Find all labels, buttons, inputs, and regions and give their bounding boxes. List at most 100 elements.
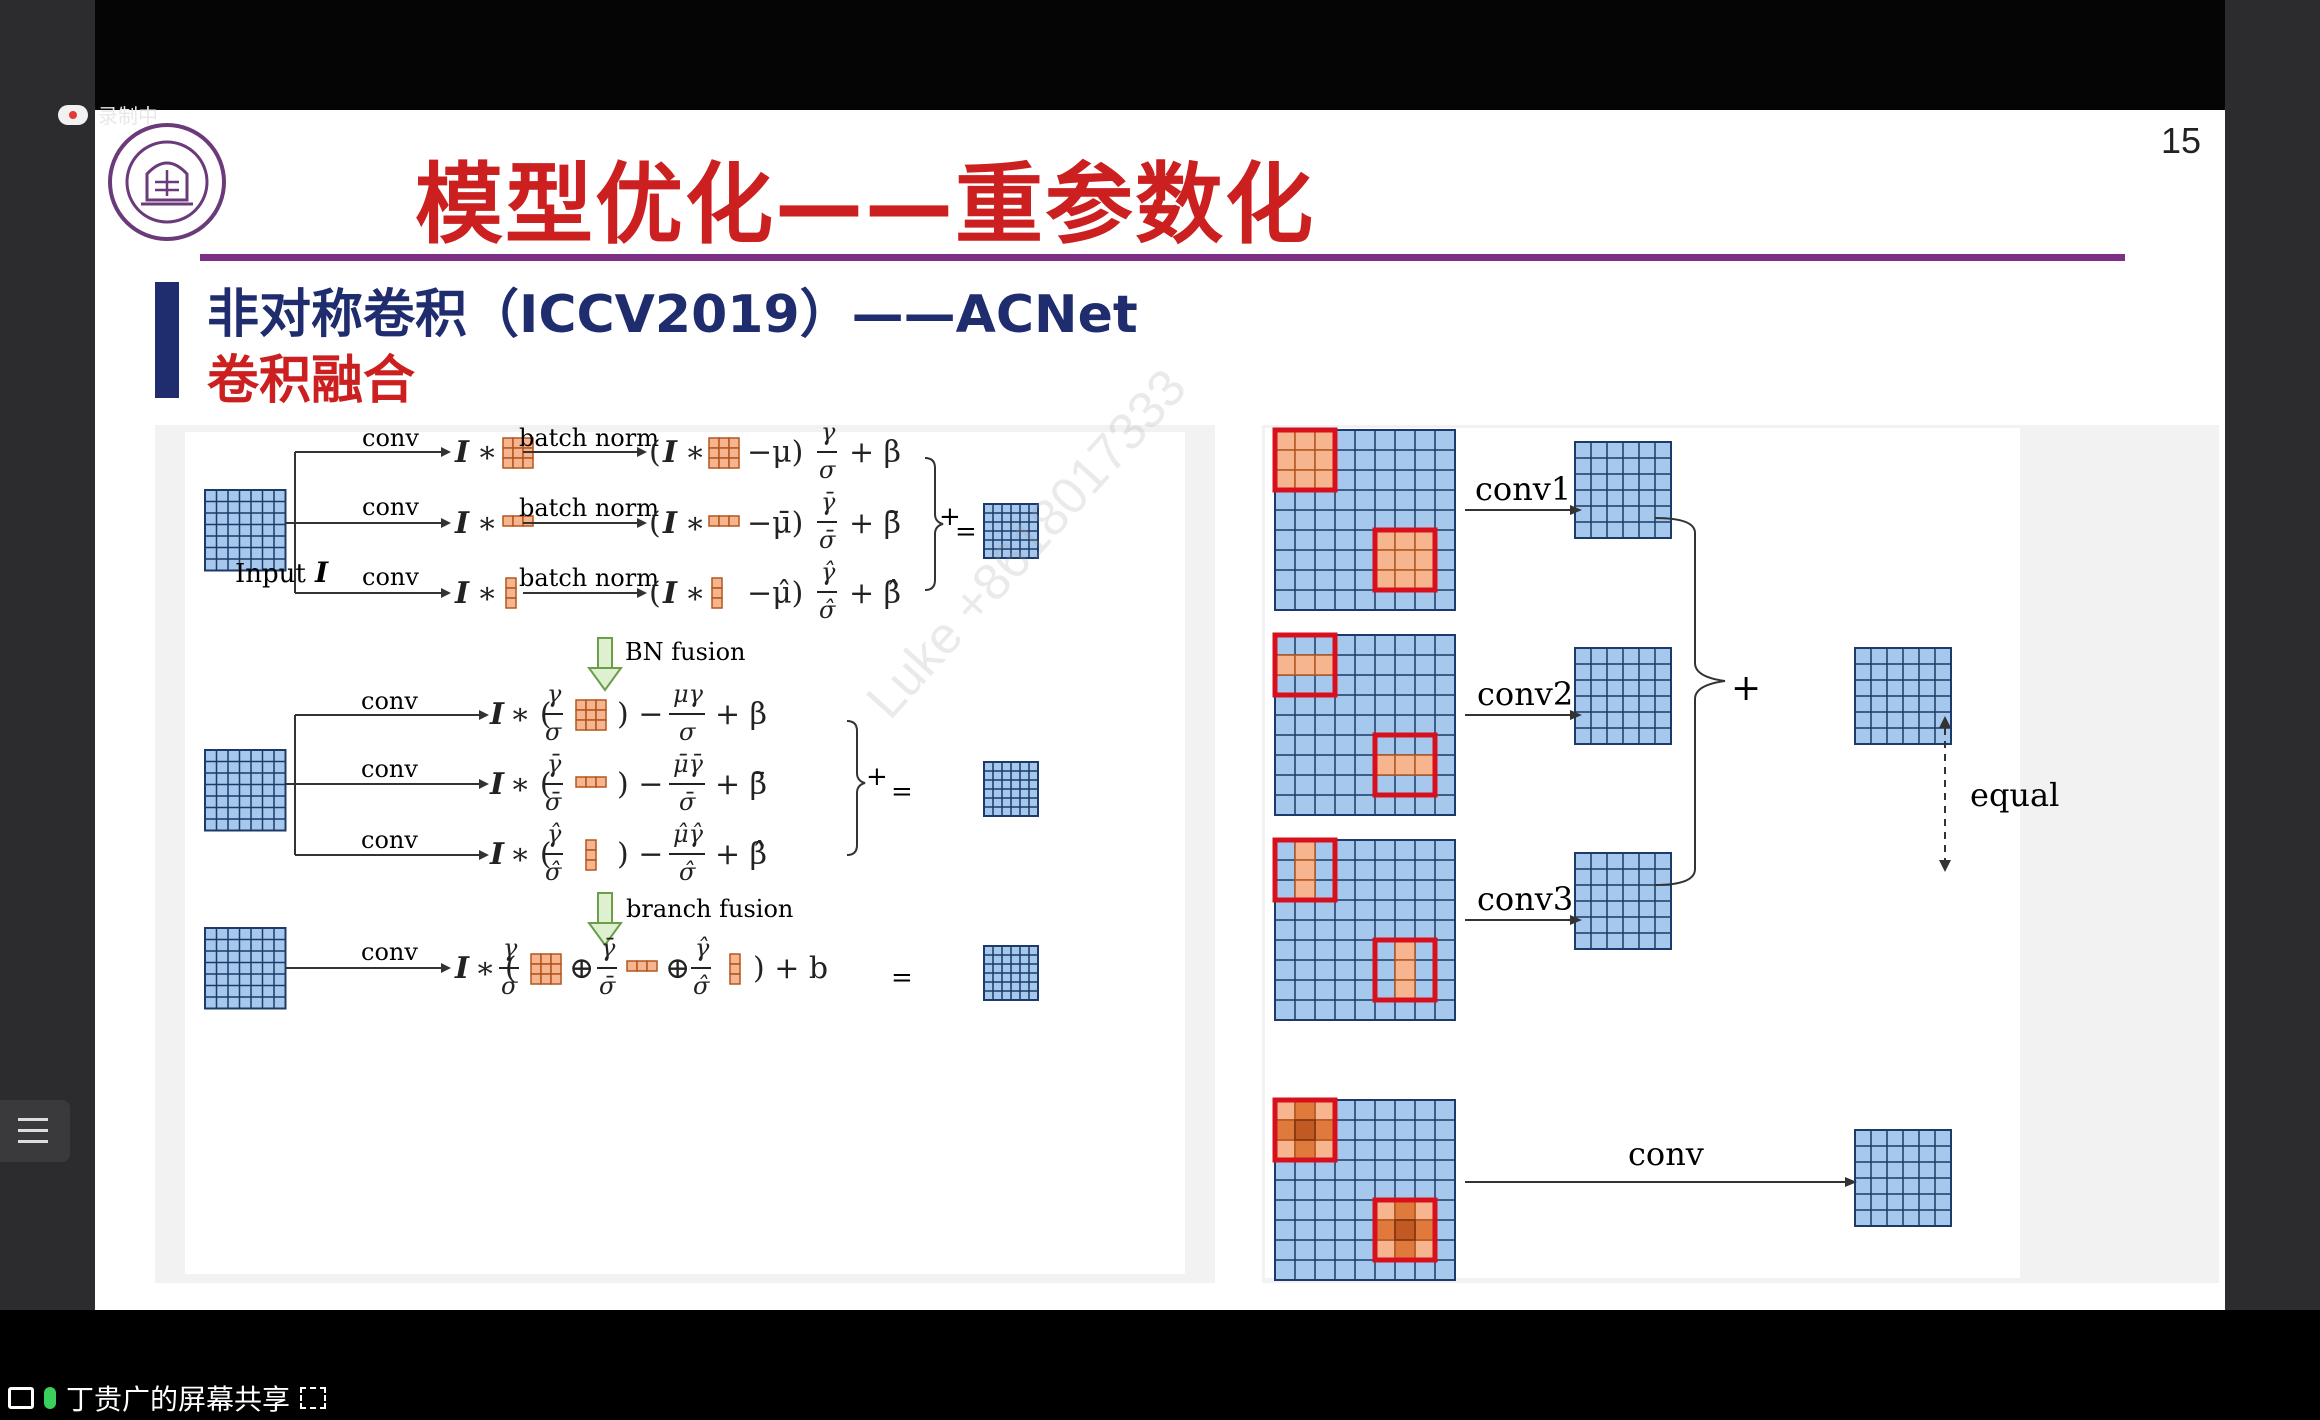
output-feature-map xyxy=(983,761,1039,817)
svg-text:σ̄: σ̄ xyxy=(679,788,696,816)
svg-text:I: I xyxy=(454,576,470,611)
batch-norm-label: batch norm xyxy=(519,424,659,452)
svg-text:(: ( xyxy=(649,576,661,611)
svg-text:γ̂: γ̂ xyxy=(695,934,710,962)
conv1-label: conv1 xyxy=(1475,470,1571,508)
svg-text:σ̄: σ̄ xyxy=(545,788,562,816)
kernel-3x3 xyxy=(708,437,740,469)
svg-text:I: I xyxy=(489,837,505,872)
acnet-bn-fusion-diagram: conv conv conv batch norm batch norm bat… xyxy=(204,418,1039,1010)
svg-text:∗: ∗ xyxy=(477,576,497,611)
svg-text:σ̄: σ̄ xyxy=(599,972,616,1000)
top-letterbox xyxy=(95,0,2225,110)
svg-text:I: I xyxy=(454,951,470,986)
kernel-3x3 xyxy=(1374,529,1436,591)
svg-text:+ β: + β xyxy=(715,697,767,732)
svg-text:(: ( xyxy=(649,506,661,541)
acnet-kernel-fusion-diagram: conv1 conv2 conv3 conv + equal xyxy=(1272,427,2059,1281)
screen-share-icon xyxy=(8,1387,34,1409)
svg-text:) −: ) − xyxy=(617,767,663,802)
svg-text:I: I xyxy=(489,767,505,802)
kernel-3x1 xyxy=(585,839,597,871)
svg-text:) −: ) − xyxy=(617,837,663,872)
right-sidebar xyxy=(2225,0,2320,1380)
screen-share-label: 丁贵广的屏幕共享 xyxy=(66,1383,291,1416)
output-feature-map xyxy=(1574,852,1672,950)
svg-text:σ̂: σ̂ xyxy=(819,596,836,624)
svg-text:γ̄: γ̄ xyxy=(821,488,836,516)
kernel-3x1 xyxy=(1394,939,1416,1001)
conv-label: conv xyxy=(361,755,418,783)
svg-text:−μ): −μ) xyxy=(747,435,803,470)
svg-text:μ̂γ̂: μ̂γ̂ xyxy=(673,820,704,848)
svg-text:+ β̂: + β̂ xyxy=(715,837,767,872)
equals-sign: = xyxy=(891,777,913,807)
fused-output-map xyxy=(1854,1129,1952,1227)
svg-text:−μ̂): −μ̂) xyxy=(747,576,803,611)
svg-text:γ: γ xyxy=(821,418,836,446)
kernel-3x3 xyxy=(575,699,607,731)
svg-text:−μ̄): −μ̄) xyxy=(747,506,803,541)
svg-text:I: I xyxy=(489,697,505,732)
conv-label: conv xyxy=(361,826,418,854)
svg-text:γ̄: γ̄ xyxy=(601,934,616,962)
svg-text:) −: ) − xyxy=(617,697,663,732)
svg-text:σ: σ xyxy=(819,456,836,484)
svg-text:σ̄: σ̄ xyxy=(819,526,836,554)
microphone-icon[interactable] xyxy=(44,1387,56,1409)
title-divider xyxy=(200,254,2125,261)
equals-sign: = xyxy=(891,963,913,993)
svg-text:γ̂: γ̂ xyxy=(821,558,836,586)
svg-text:(: ( xyxy=(649,435,661,470)
svg-text:σ̂: σ̂ xyxy=(545,858,562,886)
kernel-3x1 xyxy=(729,953,741,985)
recording-cloud-icon xyxy=(58,104,88,125)
conv-label: conv xyxy=(362,424,419,452)
svg-text:∗: ∗ xyxy=(685,506,705,541)
svg-text:I: I xyxy=(662,506,678,541)
bottom-bar xyxy=(0,1310,2320,1420)
page-number: 15 xyxy=(2160,120,2201,161)
kernel-1x3 xyxy=(1374,754,1436,776)
svg-text:∗: ∗ xyxy=(685,435,705,470)
plus-sign: + xyxy=(1731,668,1761,709)
recording-indicator[interactable]: 录制中 xyxy=(58,100,158,129)
svg-text:γ: γ xyxy=(547,680,562,708)
kernel-3x1 xyxy=(711,577,723,609)
conv-label: conv xyxy=(362,563,419,591)
svg-text:⊕: ⊕ xyxy=(665,951,690,986)
slide-title: 模型优化——重参数化 xyxy=(414,153,1315,256)
conv-label: conv xyxy=(1628,1135,1704,1173)
svg-text:∗: ∗ xyxy=(685,576,705,611)
kernel-1x3 xyxy=(708,515,740,527)
svg-text:+ β̂: + β̂ xyxy=(849,576,901,611)
svg-text:+ β̄: + β̄ xyxy=(849,506,901,541)
bn-fusion-arrow xyxy=(587,637,623,692)
conv-label: conv xyxy=(361,938,418,966)
left-sidebar xyxy=(0,0,95,1380)
fused-kernel-center xyxy=(1394,1219,1416,1241)
svg-text:γ̂: γ̂ xyxy=(547,820,562,848)
subtitle-accent-bar xyxy=(155,282,179,398)
kernel-1x3 xyxy=(626,960,658,972)
output-feature-map xyxy=(983,945,1039,1001)
screen-share-indicator[interactable]: 丁贵广的屏幕共享 xyxy=(8,1378,327,1418)
svg-text:σ: σ xyxy=(545,718,562,746)
list-menu-button[interactable] xyxy=(0,1100,70,1162)
input-feature-map xyxy=(204,749,287,832)
fused-kernel-center xyxy=(1294,1119,1316,1141)
speaker-view-icon[interactable] xyxy=(300,1387,327,1409)
svg-text:⊕: ⊕ xyxy=(569,951,594,986)
svg-text:σ: σ xyxy=(501,972,518,1000)
kernel-3x3 xyxy=(1274,429,1336,491)
kernel-3x1 xyxy=(505,577,517,609)
svg-text:∗: ∗ xyxy=(477,506,497,541)
conv-label: conv xyxy=(361,687,418,715)
slide: 15 模型优化——重参数化 非对称卷积（ICCV2019）——ACNet 卷积融… xyxy=(95,110,2225,1310)
kernel-1x3 xyxy=(1274,654,1336,676)
svg-text:σ̂: σ̂ xyxy=(693,972,710,1000)
input-feature-map xyxy=(204,927,287,1010)
equal-label: equal xyxy=(1970,776,2059,814)
bn-fusion-label: BN fusion xyxy=(625,638,746,666)
kernel-1x3 xyxy=(575,776,607,788)
